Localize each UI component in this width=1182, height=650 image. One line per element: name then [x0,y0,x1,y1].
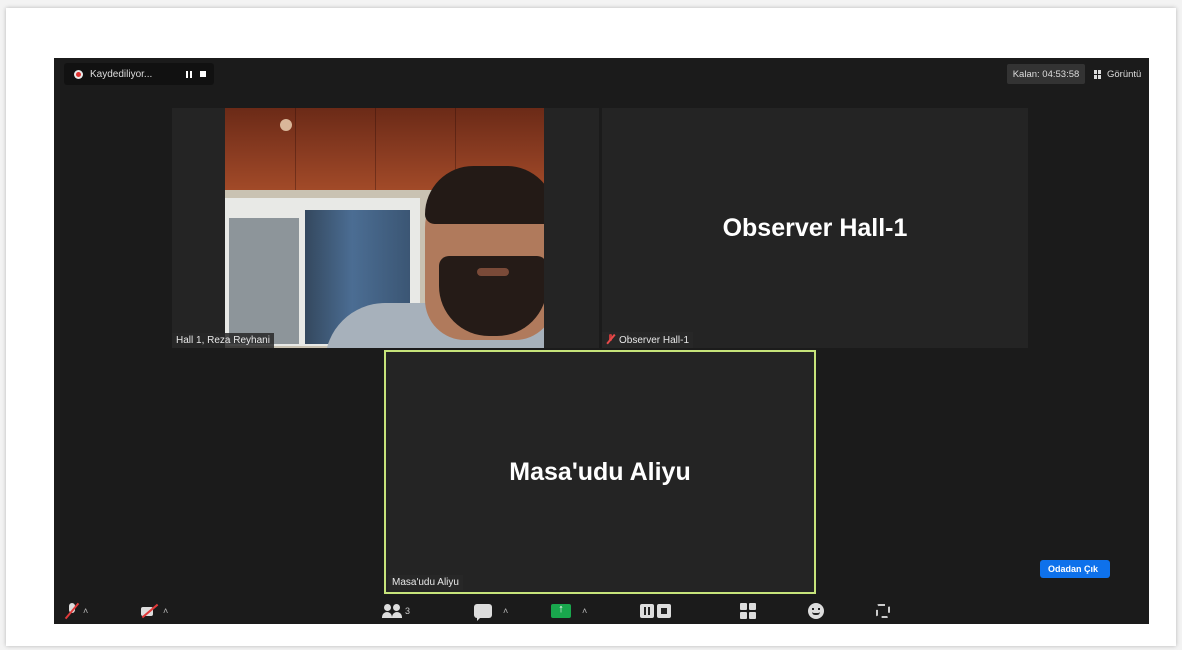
chat-icon [474,604,492,621]
meeting-window: Kaydediliyor... Kalan: 04:53:58 Görüntü [54,58,1149,624]
share-screen-icon [551,603,571,618]
chevron-up-icon[interactable]: ˄ [503,606,508,616]
view-button[interactable]: Görüntü [1094,64,1141,84]
participants-button[interactable]: 3 [382,602,410,620]
participant-name-tag: Observer Hall-1 [602,332,694,348]
chevron-up-icon[interactable]: ˄ [83,606,88,616]
participant-count: 3 [405,606,411,616]
expand-icon [876,604,890,618]
share-screen-button[interactable]: ˄ [551,602,587,620]
participant-video [225,108,544,348]
apps-button[interactable] [740,602,756,620]
participants-icon [382,604,402,618]
video-tile-reza-reyhani[interactable]: Hall 1, Reza Reyhani [172,108,599,348]
participant-name-tag: Masa'udu Aliyu [388,575,463,590]
reactions-button[interactable] [808,602,824,620]
recording-label: Kaydediliyor... [90,68,153,80]
video-tile-observer-hall-1[interactable]: Observer Hall-1 Observer Hall-1 [602,108,1028,348]
mute-button[interactable]: ˄ [64,602,88,620]
camera-off-icon [140,602,160,620]
participant-name-label: Observer Hall-1 [619,335,690,346]
view-label: Görüntü [1107,68,1142,80]
meeting-toolbar: ˄ ˄ 3 ˄ ˄ [54,598,1149,624]
video-tile-masaudu-aliyu[interactable]: Masa'udu Aliyu Masa'udu Aliyu [384,350,816,594]
recording-indicator: Kaydediliyor... [64,63,214,85]
participant-name-tag: Hall 1, Reza Reyhani [172,333,274,348]
screenshot-frame: Kaydediliyor... Kalan: 04:53:58 Görüntü [6,8,1176,646]
record-controls[interactable] [640,602,671,620]
stop-icon[interactable] [200,70,206,77]
participant-display-name: Observer Hall-1 [722,214,908,242]
time-remaining: Kalan: 04:53:58 [1007,64,1085,84]
chevron-up-icon[interactable]: ˄ [163,606,168,616]
chat-button[interactable]: ˄ [474,602,508,621]
pause-icon[interactable] [186,70,192,78]
record-icon [74,69,83,79]
fullscreen-button[interactable] [876,602,890,620]
record-control-icon [640,604,671,618]
grid-view-icon [1094,69,1103,79]
leave-room-button[interactable]: Odadan Çık [1040,560,1110,578]
start-video-button[interactable]: ˄ [140,602,168,620]
mic-muted-icon [64,602,80,620]
apps-icon [740,603,756,619]
reactions-icon [808,603,824,619]
chevron-up-icon[interactable]: ˄ [582,606,587,616]
mic-muted-icon [606,334,615,344]
participant-display-name: Masa'udu Aliyu [509,458,691,486]
